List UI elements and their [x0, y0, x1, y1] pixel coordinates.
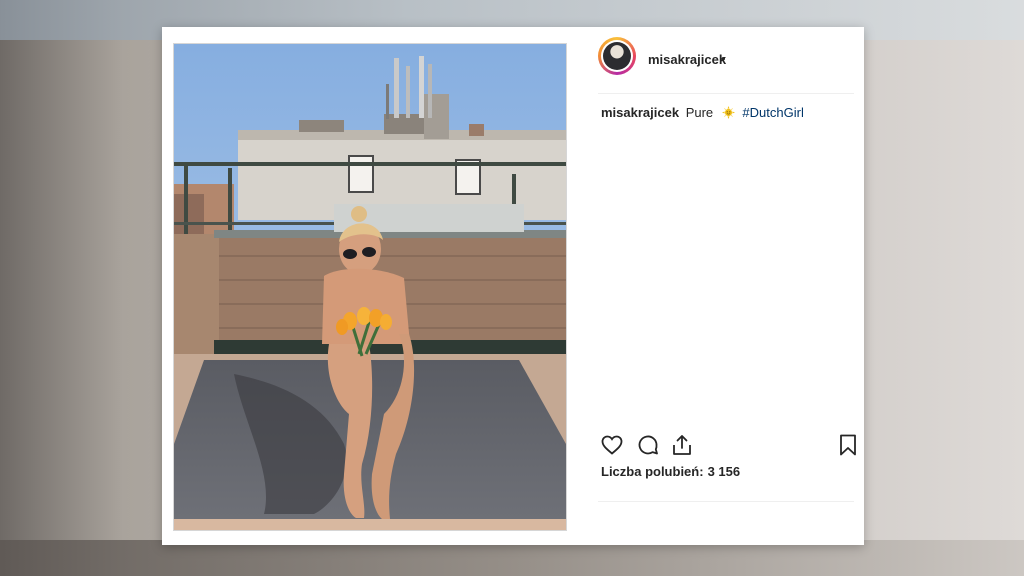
post-sidebar: misakrajicek • misakrajicek Pure #DutchG… [580, 27, 864, 545]
instagram-post-card: misakrajicek • misakrajicek Pure #DutchG… [162, 27, 864, 545]
avatar-picture [603, 42, 631, 70]
bookmark-icon[interactable] [836, 433, 860, 457]
caption-username[interactable]: misakrajicek [601, 105, 679, 120]
comment-icon[interactable] [636, 433, 660, 457]
post-actions [600, 433, 856, 457]
post-photo[interactable] [173, 43, 567, 531]
background-blur-bottom [0, 540, 1024, 576]
likes-summary[interactable]: Liczba polubień: 3 156 [601, 464, 740, 479]
post-username[interactable]: misakrajicek [648, 52, 726, 67]
likes-label: Liczba polubień: [601, 464, 704, 479]
avatar[interactable] [598, 37, 636, 75]
post-caption: misakrajicek Pure #DutchGirl [601, 105, 804, 120]
likes-count: 3 156 [707, 464, 741, 479]
footer-divider [598, 501, 854, 502]
caption-hashtag[interactable]: #DutchGirl [742, 105, 803, 120]
header-divider [598, 93, 854, 94]
share-icon[interactable] [670, 433, 694, 457]
header-dot-separator: • [721, 51, 726, 66]
post-photo-image [174, 44, 566, 530]
caption-text: Pure [685, 105, 714, 120]
avatar-ring-inner [601, 40, 633, 72]
heart-icon[interactable] [600, 433, 624, 457]
sun-with-face-icon [721, 106, 735, 119]
